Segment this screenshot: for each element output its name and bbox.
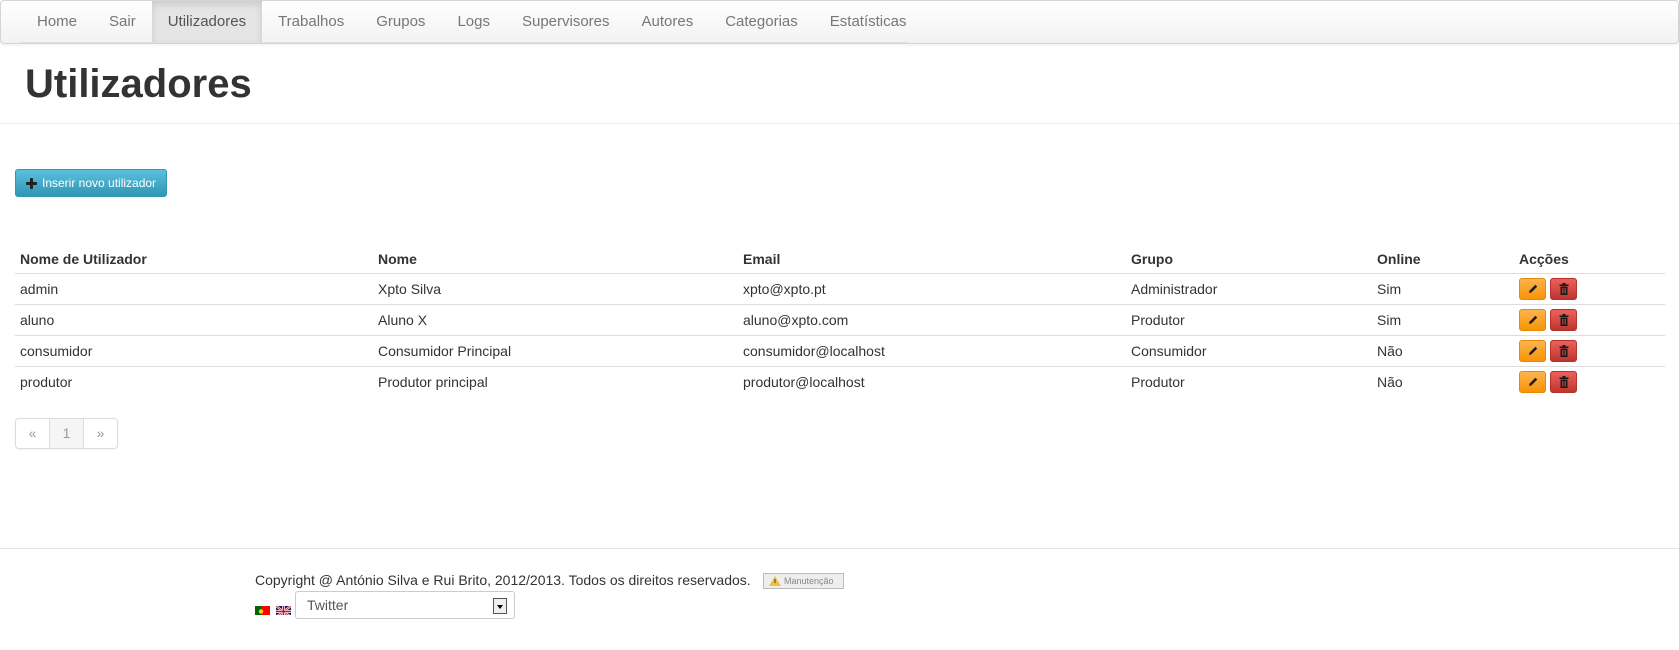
nav-item-estatisticas[interactable]: Estatísticas (814, 1, 923, 43)
row-actions (1519, 371, 1660, 393)
plus-icon (26, 177, 37, 189)
cell-email: xpto@xpto.pt (738, 273, 1126, 305)
delete-button[interactable] (1550, 340, 1577, 362)
pt-flag-icon[interactable] (255, 604, 270, 615)
nav-item-utilizadores[interactable]: Utilizadores (151, 1, 263, 43)
table-row: aluno Aluno Xaluno@xpto.com Produtor Sim (15, 304, 1665, 336)
edit-button[interactable] (1519, 371, 1546, 393)
chevron-down-icon[interactable] (493, 598, 507, 614)
delete-button[interactable] (1550, 371, 1577, 393)
pagination-page-current[interactable]: 1 (49, 419, 83, 448)
insert-user-label: Inserir novo utilizador (42, 176, 157, 190)
header-divider (0, 123, 1679, 124)
table-row: produtor Produtor principal produtor@local… (15, 367, 1665, 398)
social-select[interactable]: Twitter (295, 591, 515, 619)
uk-flag-icon[interactable] (276, 604, 291, 615)
col-header-username: Nome de Utilizador (15, 245, 373, 274)
cell-email: produtor@localhost (743, 374, 865, 390)
pencil-icon (1528, 346, 1537, 355)
pencil-icon (1528, 377, 1537, 386)
cell-email: consumidor@localhost (738, 335, 1126, 367)
table-header-row: Nome de Utilizador Nome Email Grupo Onli… (15, 245, 1665, 274)
table-row: admin Xpto Silva xpto@xpto.pt Administrador… (15, 273, 1665, 305)
cell-username: aluno (15, 304, 373, 336)
pencil-icon (1528, 284, 1537, 293)
row-actions (1519, 309, 1660, 331)
cell-group: Produtor (1131, 374, 1185, 390)
edit-button[interactable] (1519, 340, 1546, 362)
footer-divider (0, 548, 1679, 549)
main-nav: Home Sair Utilizadores Trabalhos Grupos … (21, 1, 922, 43)
trash-icon (1559, 314, 1568, 326)
nav-item-sair[interactable]: Sair (93, 1, 152, 43)
table-row: consumidor Consumidor Principal consumidor… (15, 335, 1665, 367)
cell-name: Consumidor Principal (373, 335, 738, 367)
cell-name: Xpto Silva (373, 273, 738, 305)
nav-item-trabalhos[interactable]: Trabalhos (262, 1, 360, 43)
trash-icon (1559, 345, 1568, 357)
col-header-group: Grupo (1126, 245, 1372, 274)
pencil-icon (1528, 315, 1537, 324)
nav-item-autores[interactable]: Autores (626, 1, 710, 43)
col-header-online: Online (1372, 245, 1514, 274)
pagination: « 1 » (15, 418, 118, 449)
cell-group: Produtor (1126, 304, 1372, 336)
edit-button[interactable] (1519, 278, 1546, 300)
cell-username: produtor (20, 374, 73, 390)
edit-button[interactable] (1519, 309, 1546, 331)
pagination-prev[interactable]: « (16, 419, 49, 448)
maintenance-label: Manutenção (784, 576, 834, 586)
users-table: Nome de Utilizador Nome Email Grupo Onli… (15, 245, 1665, 397)
cell-username: admin (15, 273, 373, 305)
cell-actions (1514, 273, 1665, 305)
nav-item-home[interactable]: Home (21, 1, 93, 43)
cell-actions (1514, 367, 1665, 398)
social-select-value: Twitter (307, 597, 349, 613)
cell-username: consumidor (15, 335, 373, 367)
nav-item-supervisores[interactable]: Supervisores (506, 1, 626, 43)
delete-button[interactable] (1550, 309, 1577, 331)
col-header-actions: Acções (1514, 245, 1665, 274)
nav-item-categorias[interactable]: Categorias (709, 1, 814, 43)
nav-item-logs[interactable]: Logs (441, 1, 506, 43)
warning-icon (769, 576, 781, 586)
insert-user-button[interactable]: Inserir novo utilizador (15, 169, 168, 197)
cell-online: Não (1377, 374, 1403, 390)
cell-group: Administrador (1126, 273, 1372, 305)
copyright-text: Copyright @ António Silva e Rui Brito, 2… (255, 572, 751, 588)
cell-online: Não (1372, 335, 1514, 367)
cell-actions (1514, 335, 1665, 367)
cell-email: aluno@xpto.com (738, 304, 1126, 336)
page-title: Utilizadores (25, 62, 252, 106)
cell-name: Aluno X (373, 304, 738, 336)
trash-icon (1559, 376, 1568, 388)
trash-icon (1559, 283, 1568, 295)
col-header-name: Nome (373, 245, 738, 274)
cell-online: Sim (1372, 273, 1514, 305)
maintenance-badge[interactable]: Manutenção (763, 573, 844, 589)
top-navbar: Home Sair Utilizadores Trabalhos Grupos … (0, 0, 1679, 44)
cell-actions (1514, 304, 1665, 336)
cell-group: Consumidor (1126, 335, 1372, 367)
row-actions (1519, 278, 1660, 300)
pagination-next[interactable]: » (83, 419, 117, 448)
cell-online: Sim (1372, 304, 1514, 336)
cell-name: Produtor principal (378, 374, 488, 390)
col-header-email: Email (738, 245, 1126, 274)
nav-item-grupos[interactable]: Grupos (360, 1, 441, 43)
delete-button[interactable] (1550, 278, 1577, 300)
row-actions (1519, 340, 1660, 362)
nav-divider (20, 42, 908, 43)
